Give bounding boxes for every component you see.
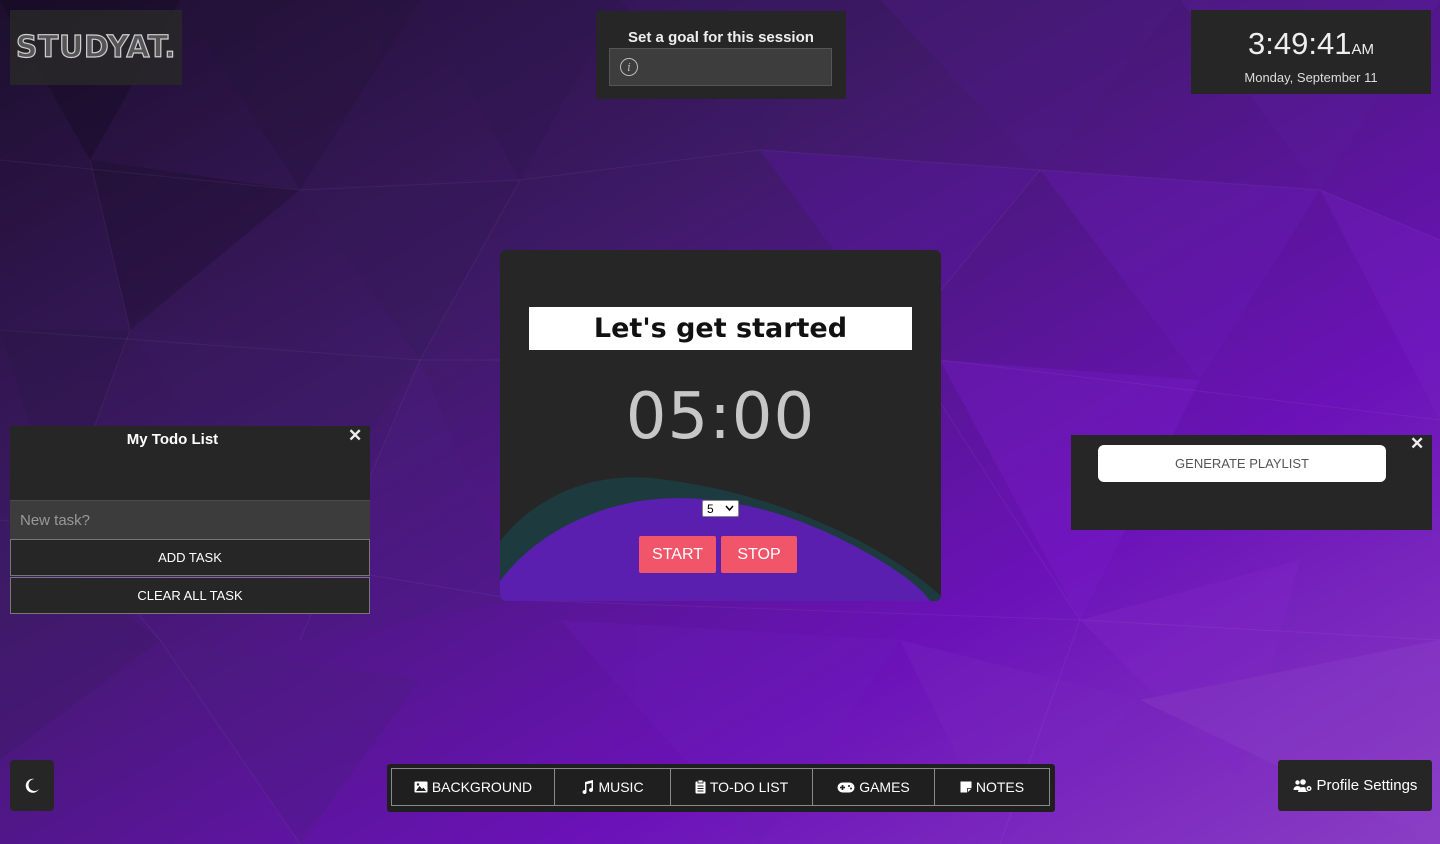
minutes-select[interactable]: 5 <box>702 500 739 517</box>
image-icon <box>414 781 428 793</box>
clock-time: 3:49:41AM <box>1191 26 1431 62</box>
minutes-select-value: 5 <box>707 501 714 516</box>
timer-title[interactable]: Let's get started <box>529 307 912 350</box>
timer-display: 05:00 <box>625 380 816 454</box>
music-icon <box>582 780 594 794</box>
nav-label: MUSIC <box>598 779 644 795</box>
clock-ampm: AM <box>1351 41 1374 58</box>
gamepad-icon <box>837 782 855 792</box>
clock-time-value: 3:49:41 <box>1248 26 1352 61</box>
logo-text: STUDYAT. <box>15 29 177 65</box>
generate-playlist-button[interactable]: GENERATE PLAYLIST <box>1098 445 1386 482</box>
start-button[interactable]: START <box>639 536 716 573</box>
clear-all-task-button[interactable]: CLEAR ALL TASK <box>10 577 370 614</box>
add-task-button[interactable]: ADD TASK <box>10 539 370 576</box>
todo-header: My Todo List ✕ <box>10 426 370 500</box>
bottom-nav: BACKGROUND MUSIC TO-DO LIST GAMES NOTES <box>387 764 1055 812</box>
close-icon[interactable]: ✕ <box>1410 434 1424 454</box>
nav-music[interactable]: MUSIC <box>554 768 671 806</box>
timer-card: Let's get started 05:00 5 START STOP <box>500 250 941 601</box>
users-gear-icon <box>1293 778 1313 792</box>
nav-label: NOTES <box>975 779 1025 795</box>
clock-panel: 3:49:41AM Monday, September 11 <box>1191 10 1431 94</box>
theme-toggle-button[interactable] <box>10 760 54 811</box>
clock-date: Monday, September 11 <box>1244 70 1378 85</box>
nav-notes[interactable]: NOTES <box>934 768 1050 806</box>
close-icon[interactable]: ✕ <box>348 426 362 446</box>
moon-icon <box>25 778 39 793</box>
stop-button[interactable]: STOP <box>721 536 797 573</box>
profile-settings-button[interactable]: Profile Settings <box>1278 760 1432 811</box>
sticky-note-icon <box>960 781 972 793</box>
chevron-down-icon <box>725 501 734 518</box>
nav-games[interactable]: GAMES <box>812 768 935 806</box>
info-icon[interactable]: i <box>620 58 638 76</box>
new-task-input[interactable]: New task? <box>10 500 370 539</box>
logo[interactable]: STUDYAT. <box>10 10 182 85</box>
todo-title: My Todo List <box>126 431 219 448</box>
goal-title: Set a goal for this session <box>628 29 814 46</box>
new-task-placeholder: New task? <box>20 511 91 529</box>
goal-panel: Set a goal for this session i <box>596 11 846 99</box>
clipboard-icon <box>695 780 706 794</box>
nav-background[interactable]: BACKGROUND <box>391 768 555 806</box>
goal-input[interactable]: i <box>609 48 832 86</box>
profile-settings-label: Profile Settings <box>1316 777 1418 794</box>
playlist-panel: GENERATE PLAYLIST ✕ <box>1071 434 1432 530</box>
nav-label: TO-DO LIST <box>709 779 789 795</box>
nav-todo-list[interactable]: TO-DO LIST <box>670 768 813 806</box>
nav-label: BACKGROUND <box>431 779 533 795</box>
nav-label: GAMES <box>859 779 910 795</box>
todo-panel: My Todo List ✕ New task? ADD TASK CLEAR … <box>10 426 370 614</box>
